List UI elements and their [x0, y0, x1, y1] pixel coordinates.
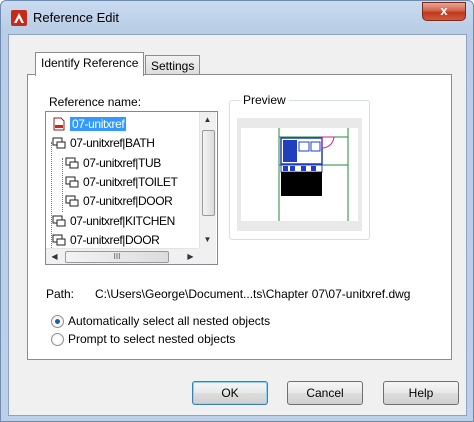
- list-item[interactable]: 07-unitxref|KITCHEN: [52, 212, 175, 230]
- list-item[interactable]: 07-unitxref|TOILET: [65, 173, 178, 191]
- path-label: Path:: [46, 287, 75, 301]
- horizontal-scrollbar[interactable]: ◀ III ▶: [46, 248, 199, 264]
- window-title: Reference Edit: [33, 10, 119, 25]
- preview-label: Preview: [240, 93, 289, 107]
- block-icon: [52, 234, 66, 246]
- cancel-button[interactable]: Cancel: [287, 381, 363, 405]
- horizontal-scroll-thumb[interactable]: III: [65, 251, 169, 263]
- scroll-right-icon[interactable]: ▶: [183, 249, 198, 264]
- block-icon: [65, 195, 79, 207]
- vertical-scrollbar[interactable]: ▲ ▼: [199, 112, 216, 248]
- list-item[interactable]: 07-unitxref: [52, 115, 127, 133]
- tab-settings[interactable]: Settings: [145, 55, 201, 75]
- block-icon: [52, 215, 66, 227]
- drawing-file-icon: [53, 117, 65, 131]
- list-item[interactable]: 07-unitxref|BATH: [52, 134, 155, 152]
- title-bar[interactable]: Reference Edit x: [1, 1, 473, 35]
- scroll-up-icon[interactable]: ▲: [200, 112, 215, 127]
- reference-tree-list[interactable]: 07-unitxref 07-unitxref|BATH 07-unitxref…: [45, 111, 218, 265]
- block-icon: [65, 176, 79, 188]
- block-icon: [52, 137, 66, 149]
- list-item[interactable]: 07-unitxref|DOOR: [65, 192, 173, 210]
- vertical-scroll-thumb[interactable]: [202, 130, 215, 216]
- close-button[interactable]: x: [422, 2, 466, 21]
- help-button[interactable]: Help: [383, 381, 459, 405]
- ok-button[interactable]: OK: [192, 381, 268, 405]
- prompt-select-label[interactable]: Prompt to select nested objects: [68, 332, 235, 346]
- auto-select-label[interactable]: Automatically select all nested objects: [68, 314, 270, 328]
- scroll-left-icon[interactable]: ◀: [47, 249, 62, 264]
- auto-select-radio[interactable]: [51, 315, 64, 328]
- list-item[interactable]: 07-unitxref|DOOR: [52, 231, 160, 249]
- scroll-corner: [199, 248, 216, 264]
- block-icon: [65, 157, 79, 169]
- floor-plan-preview-icon: [278, 128, 349, 221]
- autocad-logo-icon: [11, 10, 27, 26]
- path-value: C:\Users\George\Document...ts\Chapter 07…: [95, 287, 411, 301]
- reference-name-label: Reference name:: [49, 95, 142, 109]
- scroll-down-icon[interactable]: ▼: [200, 232, 215, 247]
- list-item[interactable]: 07-unitxref|TUB: [65, 154, 161, 172]
- tab-identify-reference[interactable]: Identify Reference: [35, 52, 145, 76]
- prompt-select-radio[interactable]: [51, 333, 64, 346]
- preview-canvas: [237, 118, 362, 231]
